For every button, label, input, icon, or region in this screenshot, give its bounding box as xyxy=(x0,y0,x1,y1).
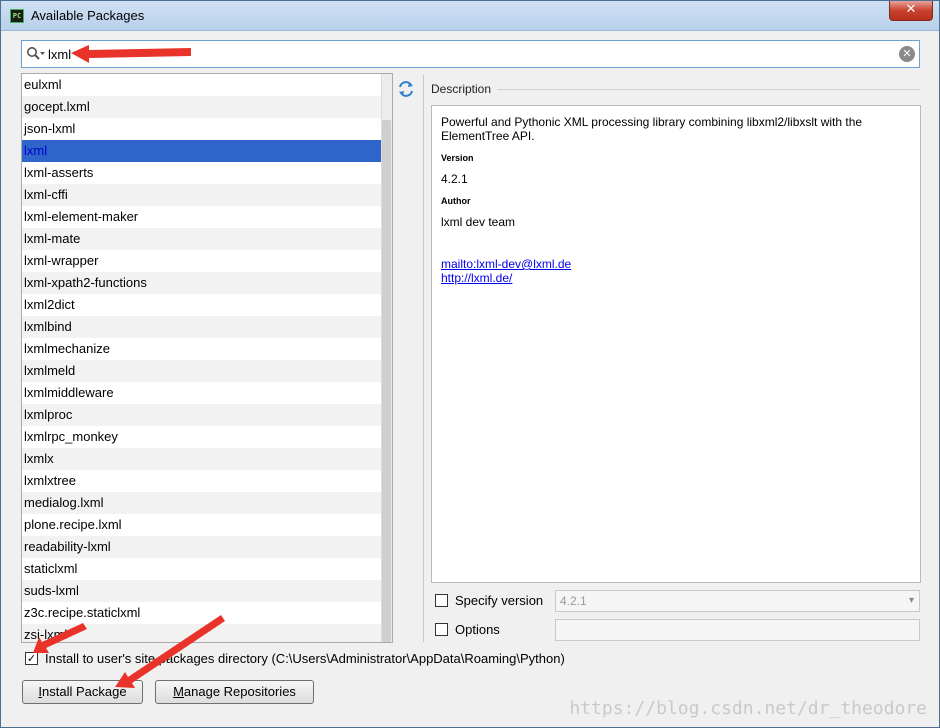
watermark: https://blog.csdn.net/dr_theodore xyxy=(569,698,927,719)
package-name: json-lxml xyxy=(24,121,76,136)
author-heading: Author xyxy=(441,196,471,206)
options-checkbox[interactable] xyxy=(435,623,448,636)
package-name: lxml-element-maker xyxy=(24,209,139,224)
package-name: lxmlx xyxy=(24,451,54,466)
refresh-icon[interactable] xyxy=(396,79,416,99)
package-list-item[interactable]: gocept.lxml xyxy=(22,96,382,118)
package-name: suds-lxml xyxy=(24,583,79,598)
package-list-item[interactable]: plone.recipe.lxml xyxy=(22,514,382,536)
pycharm-icon: PC xyxy=(10,9,24,23)
package-name: lxml-asserts xyxy=(24,165,94,180)
version-value: 4.2.1 xyxy=(441,172,468,186)
package-list-item[interactable]: lxmlx xyxy=(22,448,382,470)
package-list-item[interactable]: lxmlproc xyxy=(22,404,382,426)
specify-version-checkbox[interactable] xyxy=(435,594,448,607)
package-list-item[interactable]: lxmlbind xyxy=(22,316,382,338)
install-user-site-label: Install to user's site packages director… xyxy=(45,651,565,666)
package-name: lxml xyxy=(24,143,48,158)
package-name: lxml-xpath2-functions xyxy=(24,275,147,290)
email-link[interactable]: mailto:lxml-dev@lxml.de xyxy=(441,257,911,271)
package-list-item[interactable]: z3c.recipe.staticlxml xyxy=(22,602,382,624)
package-list-item[interactable]: json-lxml xyxy=(22,118,382,140)
package-name: lxmlmiddleware xyxy=(24,385,114,400)
options-input[interactable] xyxy=(555,619,920,641)
package-list-item[interactable]: staticlxml xyxy=(22,558,382,580)
panel-splitter[interactable] xyxy=(423,75,424,642)
version-select[interactable]: 4.2.1 ▾ xyxy=(555,590,920,612)
description-divider xyxy=(497,89,920,90)
package-list-item[interactable]: lxmlmeld xyxy=(22,360,382,382)
package-name: plone.recipe.lxml xyxy=(24,517,122,532)
package-list-item[interactable]: lxml2dict xyxy=(22,294,382,316)
package-name: z3c.recipe.staticlxml xyxy=(24,605,141,620)
package-list-item[interactable]: lxml-xpath2-functions xyxy=(22,272,382,294)
author-value: lxml dev team xyxy=(441,215,516,229)
package-name: lxml-mate xyxy=(24,231,81,246)
chevron-down-icon: ▾ xyxy=(908,595,914,606)
version-heading: Version xyxy=(441,153,474,163)
package-name: lxmlmeld xyxy=(24,363,76,378)
package-name: readability-lxml xyxy=(24,539,111,554)
description-label: Description xyxy=(431,82,492,96)
package-name: lxmlproc xyxy=(24,407,73,422)
package-name: lxmlmechanize xyxy=(24,341,110,356)
package-list-item[interactable]: lxml-mate xyxy=(22,228,382,250)
package-list-item[interactable]: readability-lxml xyxy=(22,536,382,558)
search-input[interactable] xyxy=(48,45,888,63)
search-dropdown-icon[interactable] xyxy=(26,46,46,62)
package-list-item[interactable]: lxml xyxy=(22,140,382,162)
package-list-item[interactable]: lxmlmechanize xyxy=(22,338,382,360)
package-name: eulxml xyxy=(24,77,62,92)
package-list-item[interactable]: suds-lxml xyxy=(22,580,382,602)
package-list[interactable]: eulxml gocept.lxml json-lxml lxml lxml-asser… xyxy=(21,73,393,643)
options-label: Options xyxy=(455,622,500,637)
description-summary: Powerful and Pythonic XML processing lib… xyxy=(441,115,863,143)
specify-version-label: Specify version xyxy=(455,593,544,608)
package-list-item[interactable]: lxml-wrapper xyxy=(22,250,382,272)
package-name: lxml-cffi xyxy=(24,187,68,202)
title-bar: PC Available Packages ✕ xyxy=(1,1,939,31)
package-name: lxmlbind xyxy=(24,319,72,334)
package-list-item[interactable]: lxmlxtree xyxy=(22,470,382,492)
search-field[interactable]: ✕ xyxy=(21,40,920,68)
list-scrollbar[interactable] xyxy=(381,74,392,642)
package-name: staticlxml xyxy=(24,561,78,576)
package-list-item[interactable]: lxml-cffi xyxy=(22,184,382,206)
package-list-item[interactable]: lxml-element-maker xyxy=(22,206,382,228)
install-user-site-checkbox[interactable]: ✓ xyxy=(25,652,38,665)
scrollbar-thumb[interactable] xyxy=(382,120,391,642)
manage-repositories-button[interactable]: Manage Repositories xyxy=(155,680,314,704)
description-panel: Powerful and Pythonic XML processing lib… xyxy=(431,105,921,583)
close-button[interactable]: ✕ xyxy=(889,1,933,21)
package-list-item[interactable]: lxml-asserts xyxy=(22,162,382,184)
package-list-item[interactable]: medialog.lxml xyxy=(22,492,382,514)
package-list-item[interactable]: lxmlmiddleware xyxy=(22,382,382,404)
package-list-item[interactable]: lxmlrpc_monkey xyxy=(22,426,382,448)
package-name: medialog.lxml xyxy=(24,495,104,510)
clear-search-icon[interactable]: ✕ xyxy=(899,46,915,62)
window-title: Available Packages xyxy=(31,8,145,23)
version-select-value: 4.2.1 xyxy=(560,594,587,608)
install-package-button[interactable]: Install Package xyxy=(22,680,143,704)
package-list-item[interactable]: eulxml xyxy=(22,74,382,96)
package-name: lxmlrpc_monkey xyxy=(24,429,118,444)
package-list-item[interactable]: zsi-lxml xyxy=(22,624,382,642)
package-name: lxml-wrapper xyxy=(24,253,99,268)
package-name: lxml2dict xyxy=(24,297,75,312)
available-packages-dialog: PC Available Packages ✕ ✕ eulxml gocept.l… xyxy=(0,0,940,728)
package-name: gocept.lxml xyxy=(24,99,90,114)
package-name: zsi-lxml xyxy=(24,627,68,642)
homepage-link[interactable]: http://lxml.de/ xyxy=(441,271,911,285)
package-name: lxmlxtree xyxy=(24,473,77,488)
